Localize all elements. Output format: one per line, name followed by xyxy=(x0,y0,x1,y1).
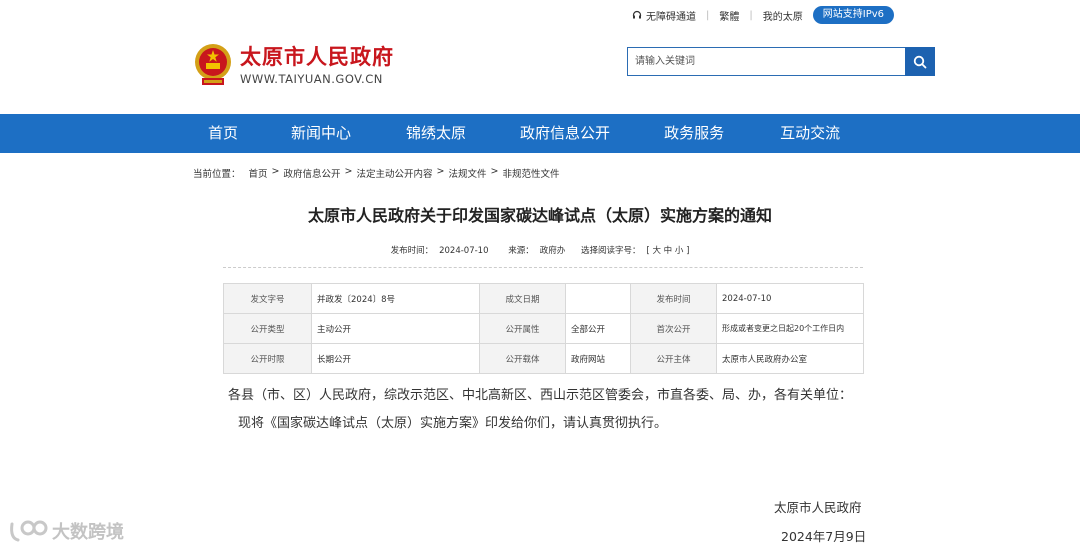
ipv6-badge-button[interactable]: 网站支持IPv6 xyxy=(812,6,895,24)
font-size-selector[interactable]: [ 大 中 小 ] xyxy=(646,246,689,256)
table-cell-label: 发布时间 xyxy=(630,283,717,314)
table-cell-value: 长期公开 xyxy=(311,343,480,374)
article-paragraph: 各县（市、区）人民政府，综改示范区、中北高新区、西山示范区管委会，市直各委、局、… xyxy=(228,388,853,403)
main-nav: 首页 新闻中心 锦绣太原 政府信息公开 政务服务 互动交流 xyxy=(0,114,1080,153)
table-row: 发文字号 并政发〔2024〕8号 成文日期 发布时间 2024-07-10 xyxy=(223,283,864,314)
my-taiyuan-link[interactable]: 我的太原 xyxy=(763,8,803,23)
nav-item-services[interactable]: 政务服务 xyxy=(664,114,724,153)
page: 无障碍通道 | 繁體 | 我的太原 网站支持IPv6 太原市人民政府 WWW.T… xyxy=(0,0,1080,552)
watermark-logo-icon xyxy=(10,520,48,542)
table-cell-label: 成文日期 xyxy=(479,283,566,314)
site-logo[interactable]: 太原市人民政府 WWW.TAIYUAN.GOV.CN xyxy=(192,42,394,88)
breadcrumb-item[interactable]: 政府信息公开 xyxy=(284,166,341,180)
national-emblem-icon xyxy=(195,44,231,85)
table-cell-value: 太原市人民政府办公室 xyxy=(716,343,864,374)
article-paragraph: 现将《国家碳达峰试点（太原）实施方案》印发给你们，请认真贯彻执行。 xyxy=(238,416,668,431)
breadcrumb-item[interactable]: 法定主动公开内容 xyxy=(356,166,432,180)
site-title: 太原市人民政府 xyxy=(240,43,394,69)
table-cell-label: 公开时限 xyxy=(223,343,312,374)
site-url: WWW.TAIYUAN.GOV.CN xyxy=(240,71,383,86)
table-cell-value: 全部公开 xyxy=(565,313,631,344)
publish-time-label: 发布时间： xyxy=(390,246,434,256)
nav-item-taiyuan[interactable]: 锦绣太原 xyxy=(406,114,466,153)
table-cell-label: 公开属性 xyxy=(479,313,566,344)
table-row: 公开类型 主动公开 公开属性 全部公开 首次公开 形成或者变更之日起20个工作日… xyxy=(223,313,864,344)
article-sign-date: 2024年7月9日 xyxy=(781,529,867,544)
accessible-channel-link[interactable]: 无障碍通道 xyxy=(632,8,696,23)
watermark: 大数跨境 xyxy=(8,518,124,544)
breadcrumb-prefix: 当前位置： xyxy=(193,169,241,180)
table-cell-value: 主动公开 xyxy=(311,313,480,344)
table-cell-label: 公开主体 xyxy=(630,343,717,374)
breadcrumb-item[interactable]: 非规范性文件 xyxy=(502,166,559,180)
search-input[interactable] xyxy=(627,47,905,76)
separator: | xyxy=(706,9,710,21)
breadcrumb-separator: > xyxy=(490,166,499,177)
nav-item-news[interactable]: 新闻中心 xyxy=(291,114,351,153)
nav-item-home[interactable]: 首页 xyxy=(208,114,238,153)
table-cell-value: 2024-07-10 xyxy=(716,283,864,314)
table-row: 公开时限 长期公开 公开载体 政府网站 公开主体 太原市人民政府办公室 xyxy=(223,343,864,374)
article-meta: 发布时间： 2024-07-10 来源： 政府办 选择阅读字号： [ 大 中 小 ] xyxy=(0,244,1080,256)
search-icon xyxy=(913,55,927,68)
font-size-label: 选择阅读字号： xyxy=(580,246,641,256)
article-title: 太原市人民政府关于印发国家碳达峰试点（太原）实施方案的通知 xyxy=(307,206,772,225)
table-cell-label: 发文字号 xyxy=(223,283,312,314)
table-cell-value: 形成或者变更之日起20个工作日内 xyxy=(716,313,864,344)
breadcrumb: 当前位置： 首页 > 政府信息公开 > 法定主动公开内容 > 法规文件 > 非规… xyxy=(193,166,559,180)
separator: | xyxy=(749,9,753,21)
top-utility-bar: 无障碍通道 | 繁體 | 我的太原 网站支持IPv6 xyxy=(632,5,895,25)
table-cell-label: 公开载体 xyxy=(479,343,566,374)
document-info-table: 发文字号 并政发〔2024〕8号 成文日期 发布时间 2024-07-10 公开… xyxy=(223,283,864,374)
watermark-text: 大数跨境 xyxy=(52,522,124,543)
table-cell-label: 首次公开 xyxy=(630,313,717,344)
breadcrumb-item[interactable]: 首页 xyxy=(249,166,268,180)
article-signer: 太原市人民政府 xyxy=(774,500,862,515)
table-cell-value: 政府网站 xyxy=(565,343,631,374)
source-label: 来源： xyxy=(508,246,534,256)
nav-item-info-disclosure[interactable]: 政府信息公开 xyxy=(520,114,610,153)
publish-time-value: 2024-07-10 xyxy=(439,246,489,256)
breadcrumb-separator: > xyxy=(436,166,445,177)
nav-item-interaction[interactable]: 互动交流 xyxy=(780,114,840,153)
breadcrumb-item[interactable]: 法规文件 xyxy=(448,166,486,180)
table-cell-value xyxy=(565,283,631,314)
headset-icon xyxy=(632,10,642,19)
traditional-chinese-link[interactable]: 繁體 xyxy=(719,8,739,23)
table-cell-value: 并政发〔2024〕8号 xyxy=(311,283,480,314)
search-button[interactable] xyxy=(905,47,935,76)
divider xyxy=(223,267,863,268)
accessible-channel-label: 无障碍通道 xyxy=(646,11,696,23)
search-bar xyxy=(627,47,935,76)
table-cell-label: 公开类型 xyxy=(223,313,312,344)
source-value: 政府办 xyxy=(539,246,566,256)
breadcrumb-separator: > xyxy=(271,166,280,177)
breadcrumb-separator: > xyxy=(344,166,353,177)
